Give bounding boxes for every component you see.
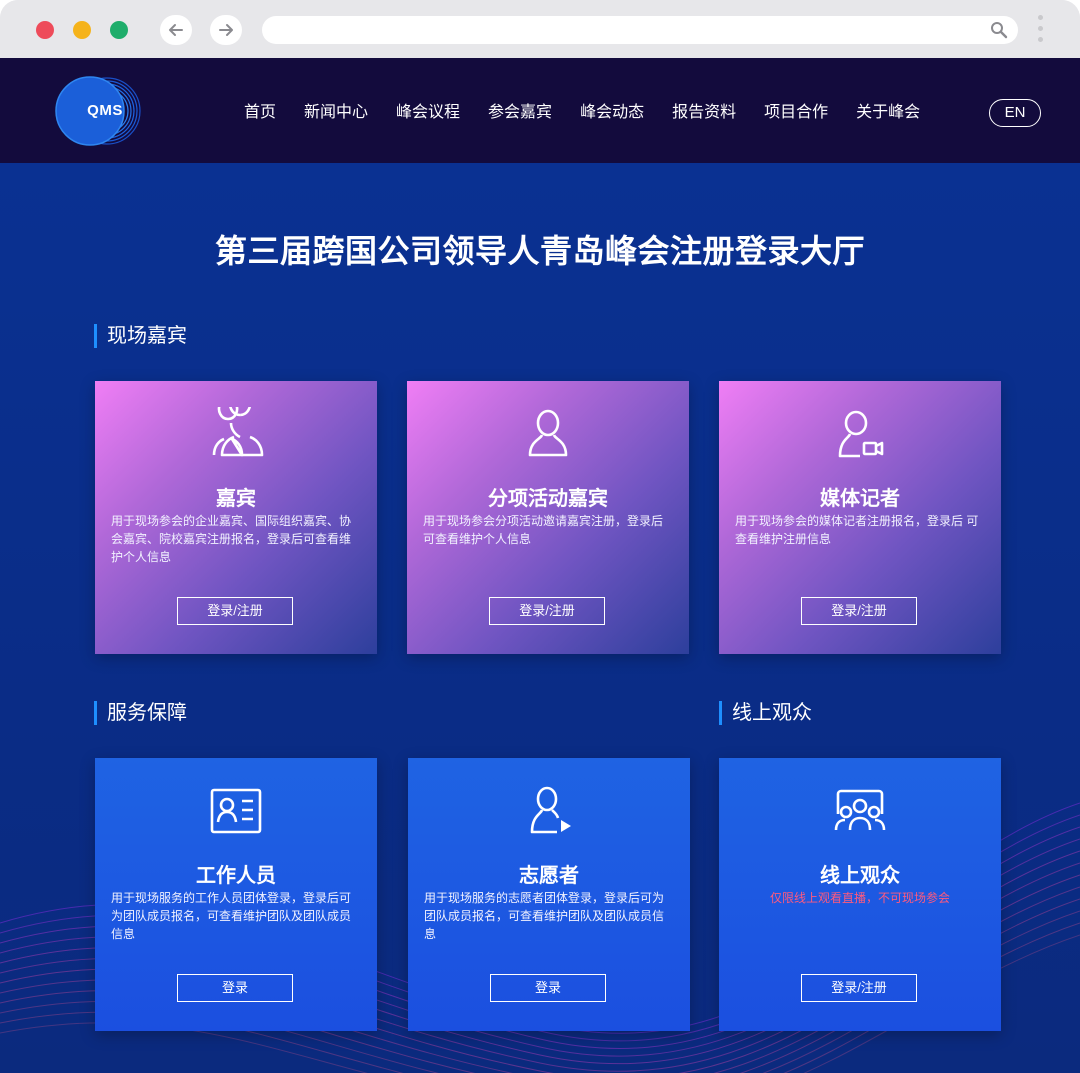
card-description: 用于现场参会分项活动邀请嘉宾注册，登录后可查看维护个人信息 bbox=[423, 514, 664, 546]
card-sub-event-guest: 分项活动嘉宾 用于现场参会分项活动邀请嘉宾注册，登录后可查看维护个人信息 登录/… bbox=[407, 381, 689, 654]
browser-window: QMS 首页 新闻中心 峰会议程 参会嘉宾 峰会动态 报告资料 项目合作 关于峰… bbox=[0, 0, 1080, 1073]
page-title: 第三届跨国公司领导人青岛峰会注册登录大厅 bbox=[214, 233, 865, 269]
section-title-onsite: 现场嘉宾 bbox=[94, 324, 187, 348]
nav-item-home[interactable]: 首页 bbox=[244, 98, 276, 128]
nav-item-updates[interactable]: 峰会动态 bbox=[580, 98, 644, 128]
card-staff: 工作人员 用于现场服务的工作人员团体登录，登录后可为团队成员报名，可查看维护团队… bbox=[95, 758, 377, 1031]
online-audience-icon bbox=[834, 789, 886, 831]
nav-item-news[interactable]: 新闻中心 bbox=[304, 98, 368, 128]
card-title: 志愿者 bbox=[519, 865, 579, 887]
media-login-register-button[interactable]: 登录/注册 bbox=[801, 597, 917, 625]
logo-text: QMS bbox=[87, 102, 123, 119]
nav-item-guests[interactable]: 参会嘉宾 bbox=[488, 98, 552, 128]
staff-login-button[interactable]: 登录 bbox=[177, 974, 293, 1002]
nav-item-agenda[interactable]: 峰会议程 bbox=[396, 98, 460, 128]
card-title: 工作人员 bbox=[196, 865, 276, 887]
section-title-service: 服务保障 bbox=[94, 701, 187, 725]
nav-item-reports[interactable]: 报告资料 bbox=[672, 98, 736, 128]
close-window-button[interactable] bbox=[36, 21, 54, 39]
main-nav: 首页 新闻中心 峰会议程 参会嘉宾 峰会动态 报告资料 项目合作 关于峰会 bbox=[230, 98, 934, 128]
card-description: 仅限线上观看直播，不可现场参会 bbox=[769, 891, 950, 905]
card-volunteer: 志愿者 用于现场服务的志愿者团体登录，登录后可为团队成员报名，可查看维护团队及团… bbox=[408, 758, 690, 1031]
volunteer-icon bbox=[530, 786, 571, 834]
maximize-window-button[interactable] bbox=[110, 21, 128, 39]
card-title: 线上观众 bbox=[820, 865, 900, 887]
search-icon[interactable] bbox=[990, 21, 1008, 39]
online-audience-login-register-button[interactable]: 登录/注册 bbox=[801, 974, 917, 1002]
webpage: QMS 首页 新闻中心 峰会议程 参会嘉宾 峰会动态 报告资料 项目合作 关于峰… bbox=[0, 58, 1080, 1073]
browser-toolbar bbox=[0, 0, 1080, 58]
arrow-left-icon bbox=[169, 24, 183, 36]
nav-item-cooperation[interactable]: 项目合作 bbox=[764, 98, 828, 128]
sub-event-guest-login-register-button[interactable]: 登录/注册 bbox=[489, 597, 605, 625]
arrow-right-icon bbox=[219, 24, 233, 36]
forward-button[interactable] bbox=[210, 15, 242, 45]
card-description: 用于现场服务的志愿者团体登录，登录后可为团队成员报名，可查看维护团队及团队成员信… bbox=[424, 891, 665, 941]
minimize-window-button[interactable] bbox=[73, 21, 91, 39]
nav-item-about[interactable]: 关于峰会 bbox=[856, 98, 920, 128]
volunteer-login-button[interactable]: 登录 bbox=[490, 974, 606, 1002]
qms-logo[interactable]: QMS bbox=[52, 74, 158, 148]
guests-group-icon bbox=[212, 407, 264, 457]
language-toggle-button[interactable]: EN bbox=[989, 99, 1041, 127]
card-description: 用于现场参会的企业嘉宾、国际组织嘉宾、协会嘉宾、院校嘉宾注册报名，登录后可查看维… bbox=[111, 514, 352, 564]
card-guest: 嘉宾 用于现场参会的企业嘉宾、国际组织嘉宾、协会嘉宾、院校嘉宾注册报名，登录后可… bbox=[95, 381, 377, 654]
journalist-camera-icon bbox=[838, 410, 884, 458]
card-media-journalist: 媒体记者 用于现场参会的媒体记者注册报名，登录后 可查看维护注册信息 登录/注册 bbox=[719, 381, 1001, 654]
person-icon bbox=[528, 409, 568, 457]
site-header: QMS 首页 新闻中心 峰会议程 参会嘉宾 峰会动态 报告资料 项目合作 关于峰… bbox=[0, 58, 1080, 163]
address-bar[interactable] bbox=[262, 16, 1018, 44]
back-button[interactable] bbox=[160, 15, 192, 45]
card-title: 嘉宾 bbox=[216, 488, 256, 510]
card-title: 分项活动嘉宾 bbox=[488, 488, 608, 510]
guest-login-register-button[interactable]: 登录/注册 bbox=[177, 597, 293, 625]
card-description: 用于现场参会的媒体记者注册报名，登录后 可查看维护注册信息 bbox=[735, 514, 979, 546]
kebab-menu-icon[interactable] bbox=[1036, 15, 1044, 47]
card-title: 媒体记者 bbox=[820, 488, 900, 510]
card-online-audience: 线上观众 仅限线上观看直播，不可现场参会 登录/注册 bbox=[719, 758, 1001, 1031]
section-title-online: 线上观众 bbox=[719, 701, 812, 725]
id-card-icon bbox=[210, 788, 262, 834]
card-description: 用于现场服务的工作人员团体登录，登录后可为团队成员报名，可查看维护团队及团队成员… bbox=[111, 891, 352, 941]
